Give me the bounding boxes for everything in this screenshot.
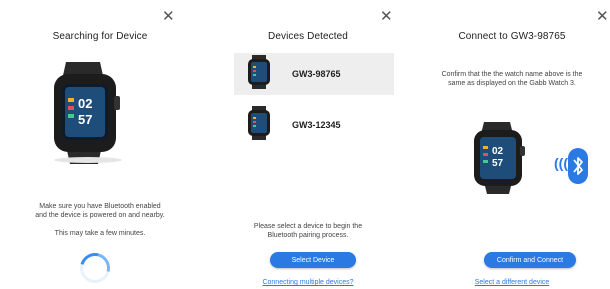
watch-thumbnail-icon (246, 54, 276, 94)
close-icon[interactable]: ✕ (596, 9, 609, 24)
watch-hour: 02 (78, 96, 92, 111)
devices-panel: ✕ Devices Detected GW3-98765 GW3-12345 P… (208, 0, 408, 289)
device-name: GW3-12345 (292, 120, 341, 130)
bluetooth-hint-line1: Make sure you have Bluetooth enabled (39, 203, 161, 210)
close-icon[interactable]: ✕ (162, 9, 175, 24)
pairing-instruction-line2: Bluetooth pairing process. (267, 232, 349, 239)
bluetooth-icon (568, 148, 588, 184)
wait-message: This may take a few minutes. (54, 230, 146, 237)
select-different-device-link[interactable]: Select a different device (414, 279, 610, 286)
connecting-multiple-link[interactable]: Connecting multiple devices? (208, 279, 408, 286)
watch-thumbnail-icon (246, 105, 276, 145)
watch-minute: 57 (492, 158, 504, 169)
panel-title: Connect to GW3-98765 (458, 31, 566, 42)
watch-hour: 02 (492, 146, 504, 157)
watch-minute: 57 (78, 112, 92, 127)
panel-title: Devices Detected (268, 31, 348, 42)
confirm-line1: Confirm that the the watch name above is… (441, 71, 583, 78)
confirm-line2: same as displayed on the Gabb Watch 3. (448, 80, 576, 87)
bluetooth-hint-line2: and the device is powered on and nearby. (35, 212, 165, 219)
close-icon[interactable]: ✕ (380, 9, 393, 24)
connect-panel: ✕ Connect to GW3-98765 Confirm that the … (414, 0, 610, 289)
select-device-button[interactable]: Select Device (270, 252, 356, 268)
signal-waves-icon: ((( (554, 155, 568, 171)
device-name: GW3-98765 (292, 69, 341, 79)
watch-image: 02 57 (470, 122, 532, 194)
panel-title: Searching for Device (52, 31, 148, 42)
watch-image: 02 57 (48, 62, 128, 164)
device-item-gw3-98765[interactable]: GW3-98765 (234, 53, 394, 95)
confirm-connect-button[interactable]: Confirm and Connect (484, 252, 576, 268)
pairing-instruction-line1: Please select a device to begin the (253, 223, 363, 230)
loading-spinner-icon (74, 247, 116, 289)
device-item-gw3-12345[interactable]: GW3-12345 (234, 104, 394, 146)
searching-panel: ✕ Searching for Device 02 57 Make sure y… (0, 0, 200, 289)
